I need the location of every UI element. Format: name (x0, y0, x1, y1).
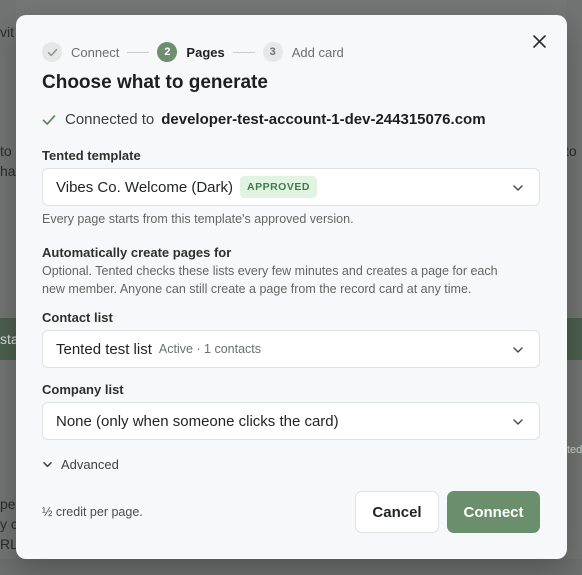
approved-badge: APPROVED (240, 176, 317, 198)
connect-button[interactable]: Connect (447, 491, 540, 533)
template-value: Vibes Co. Welcome (Dark) (56, 178, 233, 196)
background-badge-text: ted (567, 444, 582, 456)
close-button[interactable] (529, 31, 549, 51)
company-list-select[interactable]: None (only when someone clicks the card) (42, 402, 540, 440)
contact-list-meta: Active · 1 contacts (158, 342, 262, 356)
step-add-card-label: Add card (291, 44, 344, 60)
cancel-button[interactable]: Cancel (355, 491, 439, 533)
company-list-value: None (only when someone clicks the card) (56, 412, 339, 430)
contact-list-select[interactable]: Tented test list Active · 1 contacts (42, 330, 540, 368)
dialog-title: Choose what to generate (42, 72, 268, 93)
advanced-toggle[interactable]: Advanced (42, 457, 119, 472)
auto-create-title: Automatically create pages for (42, 245, 232, 260)
credit-note: ½ credit per page. (42, 505, 143, 519)
step-pages-label: Pages (186, 44, 225, 60)
generate-pages-dialog: Connect 2 Pages 3 Add card Choose what t… (16, 15, 567, 559)
step-pages-number: 2 (157, 42, 178, 62)
company-list-label: Company list (42, 382, 124, 397)
check-icon (42, 114, 56, 125)
chevron-down-icon (513, 185, 523, 191)
auto-create-hint-line-1: Optional. Tented checks these lists ever… (42, 264, 498, 278)
background-text: to (0, 143, 12, 159)
template-select[interactable]: Vibes Co. Welcome (Dark) APPROVED (42, 168, 540, 206)
step-connect-label: Connect (71, 44, 120, 60)
connection-status: Connected to developer-test-account-1-de… (42, 111, 486, 128)
chevron-down-icon (513, 419, 523, 425)
connected-prefix: Connected to (65, 111, 155, 128)
chevron-down-icon (513, 347, 523, 353)
background-left-edge (0, 0, 16, 575)
close-icon (532, 34, 546, 48)
step-divider (232, 51, 255, 53)
advanced-label: Advanced (61, 457, 119, 472)
connected-account: developer-test-account-1-dev-244315076.c… (161, 111, 486, 128)
contact-list-value: Tented test list (56, 340, 152, 358)
auto-create-hint-line-2: new member. Anyone can still create a pa… (42, 282, 472, 296)
stepper: Connect 2 Pages 3 Add card (42, 42, 344, 62)
contact-list-label: Contact list (42, 310, 113, 325)
step-divider (127, 51, 150, 53)
background-footer (0, 559, 582, 575)
chevron-down-icon (43, 462, 52, 468)
background-text: vit (0, 24, 14, 40)
background-text: pe (0, 496, 16, 512)
template-hint: Every page starts from this template's a… (42, 212, 354, 226)
template-label: Tented template (42, 148, 141, 163)
background-text: ha (0, 163, 16, 179)
step-connect-check-icon (42, 42, 62, 62)
background-right-edge (566, 0, 582, 575)
step-add-card-number: 3 (262, 42, 283, 62)
